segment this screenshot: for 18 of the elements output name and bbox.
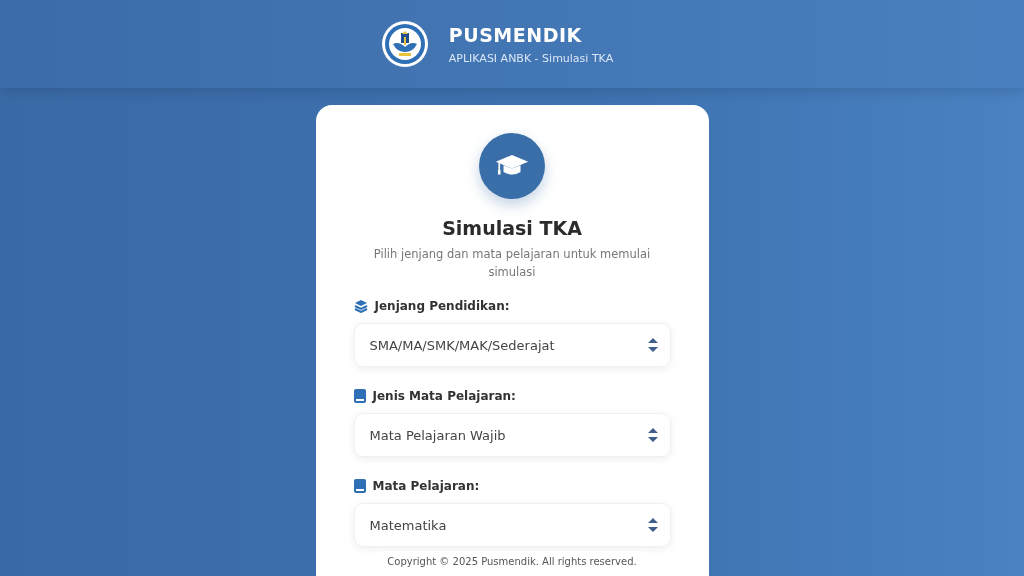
logo-icon (380, 20, 429, 68)
field-label: Jenis Mata Pelajaran: (372, 389, 516, 403)
layers-icon (353, 299, 368, 313)
sort-arrows-icon (647, 428, 658, 442)
select-field[interactable]: Matematika (353, 503, 671, 547)
select-field[interactable]: Mata Pelajaran Wajib (353, 413, 671, 457)
app-subtitle: APLIKASI ANBK - Simulasi TKA (448, 51, 614, 65)
graduation-cap-icon (479, 133, 545, 199)
field-label: Mata Pelajaran: (372, 479, 480, 493)
sort-arrows-icon (647, 518, 658, 532)
sort-arrows-icon (647, 338, 658, 352)
card-title: Simulasi TKA (442, 217, 582, 239)
card-description: Pilih jenjang dan mata pelajaran untuk memulai simulasi (372, 246, 652, 281)
app-title: PUSMENDIK (448, 23, 583, 46)
book-icon (353, 389, 366, 403)
select-field[interactable]: SMA/MA/SMK/MAK/Sederajat (353, 323, 671, 367)
book-icon (353, 479, 366, 493)
field-label: Jenjang Pendidikan: (374, 299, 510, 313)
